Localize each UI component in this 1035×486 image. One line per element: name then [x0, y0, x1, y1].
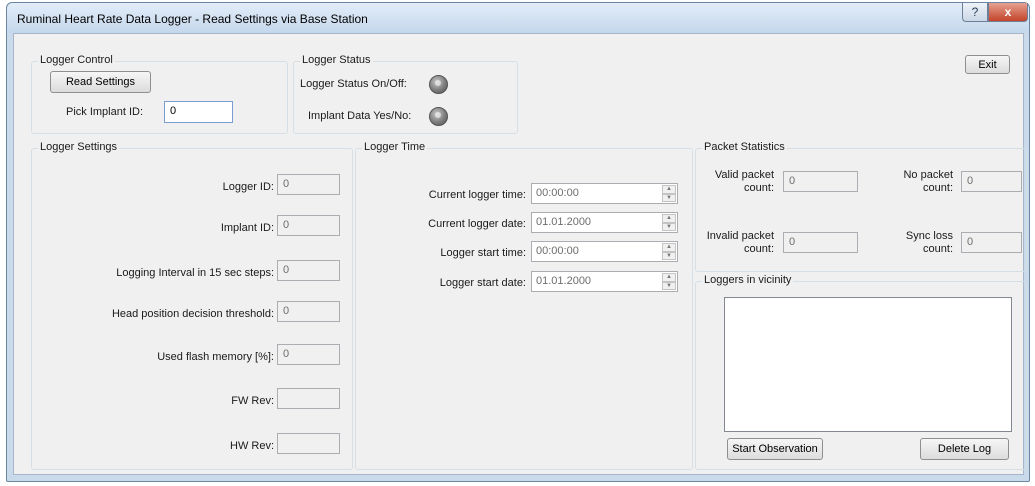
logger-control-title: Logger Control: [38, 54, 115, 66]
implant-data-indicator: [429, 107, 448, 126]
no-packet-label-line2: count:: [923, 182, 953, 194]
flash-memory-label: Used flash memory [%]:: [157, 351, 274, 363]
current-time-spinner[interactable]: 00:00:00 ▲ ▼: [531, 183, 678, 204]
current-time-value: 00:00:00: [536, 187, 579, 199]
spin-down-icon[interactable]: ▼: [662, 281, 676, 290]
no-packet-field: 0: [961, 171, 1022, 192]
start-time-value: 00:00:00: [536, 245, 579, 257]
implant-id-label: Implant ID:: [220, 222, 274, 234]
start-date-spinner[interactable]: 01.01.2000 ▲ ▼: [531, 271, 678, 292]
hw-rev-field: [277, 433, 340, 454]
logger-settings-title: Logger Settings: [38, 141, 120, 153]
loggers-vicinity-group: Loggers in vicinity Start Observation De…: [695, 274, 1027, 470]
help-button[interactable]: ?: [962, 3, 988, 22]
current-date-spinner[interactable]: 01.01.2000 ▲ ▼: [531, 212, 678, 233]
sync-loss-field: 0: [961, 232, 1022, 253]
spin-up-icon[interactable]: ▲: [662, 243, 676, 252]
spin-up-icon[interactable]: ▲: [662, 185, 676, 194]
sync-loss-label-line1: Sync loss: [905, 230, 953, 242]
spin-up-icon[interactable]: ▲: [662, 273, 676, 282]
logger-status-title: Logger Status: [300, 54, 373, 66]
valid-packet-label-line2: count:: [744, 182, 774, 194]
current-date-value: 01.01.2000: [536, 216, 592, 228]
read-settings-label: Read Settings: [65, 76, 136, 88]
head-position-field: 0: [277, 301, 340, 322]
window-title: Ruminal Heart Rate Data Logger - Read Se…: [17, 12, 368, 26]
close-button[interactable]: x: [988, 3, 1028, 22]
status-onoff-label: Logger Status On/Off:: [300, 78, 407, 90]
start-date-label: Logger start date:: [439, 277, 526, 289]
no-packet-label-line1: No packet: [903, 169, 953, 181]
logger-id-label: Logger ID:: [222, 181, 274, 193]
pick-implant-input[interactable]: 0: [164, 101, 233, 123]
packet-statistics-group: Packet Statistics Valid packet count: 0 …: [695, 141, 1027, 272]
logger-settings-group: Logger Settings Logger ID: 0 Implant ID:…: [31, 141, 353, 470]
title-bar: Ruminal Heart Rate Data Logger - Read Se…: [7, 3, 1029, 33]
status-onoff-indicator: [429, 75, 448, 94]
start-time-spinner[interactable]: 00:00:00 ▲ ▼: [531, 241, 678, 262]
sync-loss-label-line2: count:: [923, 243, 953, 255]
logger-control-group: Logger Control Read Settings Pick Implan…: [31, 54, 288, 134]
logger-status-group: Logger Status Logger Status On/Off: Impl…: [293, 54, 518, 134]
flash-memory-field: 0: [277, 344, 340, 365]
sync-loss-label: Sync loss count:: [906, 230, 953, 256]
head-position-label: Head position decision threshold:: [111, 308, 274, 320]
current-date-label: Current logger date:: [428, 218, 526, 230]
logger-id-field: 0: [277, 174, 340, 195]
delete-log-button[interactable]: Delete Log: [920, 438, 1009, 460]
logger-time-group: Logger Time Current logger time: 00:00:0…: [355, 141, 693, 470]
current-time-label: Current logger time:: [428, 189, 526, 201]
spin-down-icon[interactable]: ▼: [662, 222, 676, 231]
logging-interval-field: 0: [277, 260, 340, 281]
start-date-value: 01.01.2000: [536, 275, 592, 287]
close-icon: x: [1004, 5, 1012, 19]
logger-time-title: Logger Time: [362, 141, 428, 153]
read-settings-button[interactable]: Read Settings: [50, 71, 151, 93]
spin-down-icon[interactable]: ▼: [662, 251, 676, 260]
start-observation-label: Start Observation: [732, 443, 818, 455]
logging-interval-label: Logging Interval in 15 sec steps:: [116, 267, 274, 279]
fw-rev-field: [277, 388, 340, 409]
hw-rev-label: HW Rev:: [230, 440, 274, 452]
valid-packet-label-line1: Valid packet: [714, 169, 774, 181]
invalid-packet-label-line2: count:: [744, 243, 774, 255]
invalid-packet-field: 0: [783, 232, 858, 253]
app-window: Ruminal Heart Rate Data Logger - Read Se…: [6, 2, 1030, 482]
exit-label: Exit: [978, 58, 997, 71]
pick-implant-label: Pick Implant ID:: [66, 106, 144, 118]
fw-rev-label: FW Rev:: [231, 395, 274, 407]
spin-down-icon[interactable]: ▼: [662, 193, 676, 202]
help-icon: ?: [971, 5, 979, 19]
loggers-vicinity-title: Loggers in vicinity: [702, 274, 794, 286]
invalid-packet-label-line1: Invalid packet: [706, 230, 774, 242]
no-packet-label: No packet count:: [903, 169, 953, 195]
invalid-packet-label: Invalid packet count:: [707, 230, 774, 256]
packet-statistics-title: Packet Statistics: [702, 141, 787, 153]
implant-data-label: Implant Data Yes/No:: [308, 110, 412, 122]
client-area: Logger Control Read Settings Pick Implan…: [13, 33, 1027, 475]
implant-id-field: 0: [277, 215, 340, 236]
spin-up-icon[interactable]: ▲: [662, 214, 676, 223]
valid-packet-field: 0: [783, 171, 858, 192]
valid-packet-label: Valid packet count:: [715, 169, 774, 195]
start-time-label: Logger start time:: [440, 247, 526, 259]
delete-log-label: Delete Log: [937, 443, 992, 455]
exit-button[interactable]: Exit: [965, 55, 1010, 74]
start-observation-button[interactable]: Start Observation: [727, 438, 823, 460]
loggers-listbox[interactable]: [724, 297, 1012, 432]
